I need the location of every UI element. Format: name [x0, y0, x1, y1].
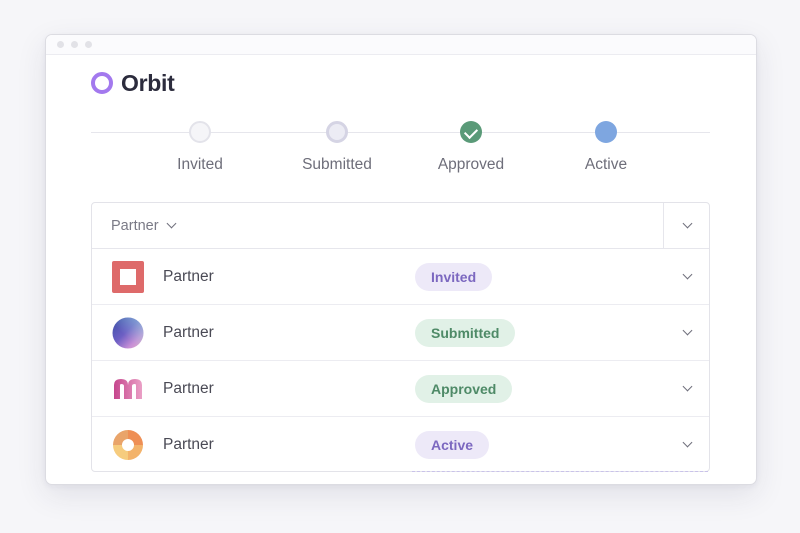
window-close-dot[interactable] [57, 41, 64, 48]
table-row[interactable]: Partner Approved [92, 361, 709, 417]
status-badge: Invited [415, 263, 493, 291]
gradient-sphere-logo-icon [112, 317, 144, 349]
step-submitted-circle-icon [326, 121, 348, 143]
orange-swirl-logo-icon [113, 430, 143, 460]
partners-table: Partner Partner Invited Partner Submitte… [91, 202, 710, 472]
chevron-down-icon [166, 218, 177, 229]
step-submitted-label: Submitted [302, 156, 372, 173]
step-approved-circle-icon [460, 121, 482, 143]
row-expand-button[interactable] [665, 249, 709, 304]
table-header: Partner [92, 203, 709, 249]
partner-name: Partner [163, 267, 214, 285]
step-invited-circle-icon [189, 121, 211, 143]
partner-name: Partner [163, 379, 214, 397]
step-submitted[interactable]: Submitted [267, 121, 407, 174]
step-approved-label: Approved [437, 156, 505, 173]
partner-column-sort[interactable]: Partner [111, 203, 177, 248]
step-approved[interactable]: Approved [401, 121, 541, 174]
table-row[interactable]: Partner Active [92, 417, 709, 472]
step-active-label: Active [584, 156, 628, 173]
pink-m-logo-icon [114, 379, 142, 399]
selection-indicator [412, 471, 708, 472]
brand[interactable]: Orbit [91, 69, 175, 97]
chevron-down-icon [682, 269, 692, 280]
table-row[interactable]: Partner Invited [92, 249, 709, 305]
row-expand-button[interactable] [665, 305, 709, 360]
step-invited[interactable]: Invited [130, 121, 270, 174]
row-expand-button[interactable] [665, 361, 709, 416]
status-badge: Active [415, 431, 490, 459]
table-row[interactable]: Partner Submitted [92, 305, 709, 361]
header-divider [663, 203, 664, 248]
status-badge: Submitted [415, 319, 516, 347]
status-badge: Approved [415, 375, 513, 403]
step-active[interactable]: Active [536, 121, 676, 174]
partner-column-label: Partner [111, 217, 159, 234]
red-square-logo-icon [112, 261, 144, 293]
check-icon [463, 124, 479, 140]
partner-name: Partner [163, 435, 214, 453]
chevron-down-icon [682, 381, 692, 392]
header-expand-button[interactable] [665, 203, 709, 248]
orbit-logo-icon [91, 72, 113, 94]
chevron-down-icon [682, 325, 692, 336]
app-window: Orbit Invited Submitted Approved Active … [45, 34, 757, 485]
step-invited-label: Invited [177, 156, 223, 173]
step-active-circle-icon [595, 121, 617, 143]
row-expand-button[interactable] [665, 417, 709, 472]
window-minimize-dot[interactable] [71, 41, 78, 48]
chevron-down-icon [682, 218, 692, 229]
window-titlebar [46, 35, 756, 55]
window-maximize-dot[interactable] [85, 41, 92, 48]
chevron-down-icon [682, 437, 692, 448]
app-name: Orbit [121, 69, 175, 96]
partner-name: Partner [163, 323, 214, 341]
